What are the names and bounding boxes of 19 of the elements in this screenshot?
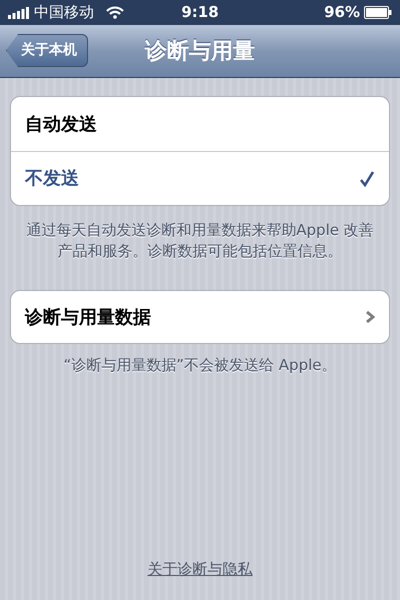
options-footer: 通过每天自动发送诊断和用量数据来帮助Apple 改善产品和服务。诊断数据可能包括位置信息。 bbox=[10, 220, 390, 262]
signal-icon bbox=[8, 6, 30, 18]
option-row[interactable]: 自动发送 bbox=[11, 97, 389, 151]
wifi-icon bbox=[106, 6, 124, 19]
data-row-label: 诊断与用量数据 bbox=[25, 306, 152, 330]
option-row[interactable]: 不发送 bbox=[11, 151, 389, 205]
checkmark-icon bbox=[359, 170, 375, 187]
battery-percent: 96% bbox=[324, 2, 360, 24]
page-title: 诊断与用量 bbox=[145, 38, 255, 66]
carrier-name: 中国移动 bbox=[34, 2, 94, 24]
clock: 9:18 bbox=[180, 2, 220, 24]
option-label: 自动发送 bbox=[25, 112, 98, 136]
chevron-icon bbox=[365, 310, 375, 324]
back-button[interactable]: 关于本机 bbox=[6, 34, 88, 67]
privacy-link[interactable]: 关于诊断与隐私 bbox=[148, 558, 252, 580]
option-label: 不发送 bbox=[25, 167, 80, 191]
battery-icon bbox=[364, 6, 392, 19]
data-row[interactable]: 诊断与用量数据 bbox=[10, 290, 390, 344]
data-footer: “诊断与用量数据”不会被发送给 Apple。 bbox=[10, 354, 390, 376]
